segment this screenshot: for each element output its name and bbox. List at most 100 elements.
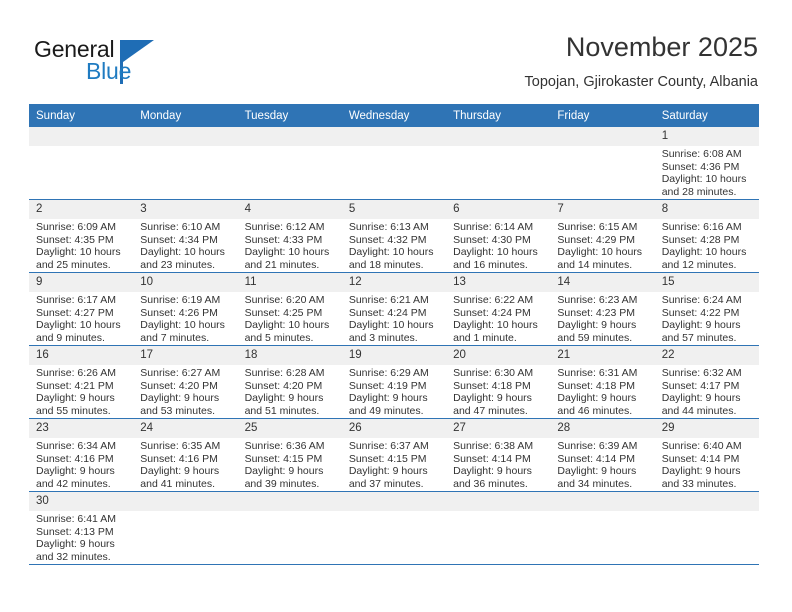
calendar-day-cell[interactable]: 13 Sunrise: 6:22 AM Sunset: 4:24 PM Dayligh… <box>446 272 551 346</box>
sunset-text: Sunset: 4:18 PM <box>557 379 636 392</box>
day-number: 10 <box>133 273 238 292</box>
daylight-text-line1: Daylight: 9 hours <box>36 465 115 478</box>
calendar-day-cell[interactable]: 25 Sunrise: 6:36 AM Sunset: 4:15 PM Dayligh… <box>237 418 342 492</box>
sunrise-text: Sunrise: 6:21 AM <box>348 294 429 306</box>
calendar-day-cell[interactable]: 16 Sunrise: 6:26 AM Sunset: 4:21 PM Dayligh… <box>29 345 134 419</box>
weekday-header-thursday: Thursday <box>446 104 551 127</box>
sunset-text: Sunset: 4:23 PM <box>557 306 636 319</box>
day-details: Sunrise: 6:32 AM Sunset: 4:17 PM Daylight:… <box>655 365 759 417</box>
calendar-day-cell[interactable]: 8 Sunrise: 6:16 AM Sunset: 4:28 PM Daylight… <box>654 199 759 273</box>
sunset-text: Sunset: 4:20 PM <box>140 379 218 392</box>
calendar-day-cell[interactable]: 29 Sunrise: 6:40 AM Sunset: 4:14 PM Dayligh… <box>654 418 759 492</box>
day-number: 11 <box>237 273 342 292</box>
sunset-text: Sunset: 4:14 PM <box>557 452 636 465</box>
calendar-day-cell[interactable]: 3 Sunrise: 6:10 AM Sunset: 4:34 PM Daylight… <box>133 199 238 273</box>
daylight-text-line2: and 21 minutes. <box>244 258 320 271</box>
sunrise-text: Sunrise: 6:17 AM <box>36 294 116 306</box>
calendar-week-row: 23 Sunrise: 6:34 AM Sunset: 4:16 PM Dayligh… <box>29 418 759 492</box>
calendar-cell-empty <box>341 491 447 565</box>
day-number: 23 <box>29 419 134 438</box>
calendar-header-row: Sunday Monday Tuesday Wednesday Thursday… <box>29 104 759 127</box>
sunrise-text: Sunrise: 6:40 AM <box>661 440 742 452</box>
sunset-text: Sunset: 4:19 PM <box>348 379 427 392</box>
sunrise-text: Sunrise: 6:31 AM <box>557 367 638 379</box>
sunset-text: Sunset: 4:25 PM <box>244 306 323 319</box>
daylight-text-line1: Daylight: 9 hours <box>661 392 741 405</box>
daylight-text-line2: and 47 minutes. <box>453 404 528 417</box>
calendar-day-cell[interactable]: 15 Sunrise: 6:24 AM Sunset: 4:22 PM Dayligh… <box>654 272 759 346</box>
calendar-day-cell[interactable]: 7 Sunrise: 6:15 AM Sunset: 4:29 PM Daylight… <box>550 199 655 273</box>
day-number: 19 <box>341 346 447 365</box>
calendar-day-cell[interactable]: 28 Sunrise: 6:39 AM Sunset: 4:14 PM Dayligh… <box>550 418 655 492</box>
day-details: Sunrise: 6:14 AM Sunset: 4:30 PM Daylight:… <box>446 219 550 271</box>
daylight-text-line2: and 1 minute. <box>453 331 517 344</box>
daylight-text-line1: Daylight: 9 hours <box>557 319 637 332</box>
calendar-day-cell[interactable]: 18 Sunrise: 6:28 AM Sunset: 4:20 PM Dayligh… <box>237 345 342 419</box>
day-number: 27 <box>446 419 551 438</box>
daylight-text-line1: Daylight: 9 hours <box>36 392 115 405</box>
calendar-day-cell[interactable]: 9 Sunrise: 6:17 AM Sunset: 4:27 PM Daylight… <box>29 272 134 346</box>
day-details: Sunrise: 6:19 AM Sunset: 4:26 PM Daylight:… <box>133 292 237 344</box>
day-number: 2 <box>29 200 134 219</box>
calendar-day-cell[interactable]: 17 Sunrise: 6:27 AM Sunset: 4:20 PM Dayligh… <box>133 345 238 419</box>
sunset-text: Sunset: 4:30 PM <box>453 233 531 246</box>
daylight-text-line2: and 49 minutes. <box>348 404 424 417</box>
calendar-day-cell[interactable]: 21 Sunrise: 6:31 AM Sunset: 4:18 PM Dayligh… <box>550 345 655 419</box>
day-details: Sunrise: 6:27 AM Sunset: 4:20 PM Daylight:… <box>133 365 237 417</box>
day-details <box>550 511 654 563</box>
calendar-week-row: 1 Sunrise: 6:08 AM Sunset: 4:36 PM Daylight… <box>29 127 759 200</box>
day-details: Sunrise: 6:28 AM Sunset: 4:20 PM Daylight:… <box>238 365 342 417</box>
calendar-table: Sunday Monday Tuesday Wednesday Thursday… <box>29 104 759 565</box>
calendar-day-cell[interactable]: 27 Sunrise: 6:38 AM Sunset: 4:14 PM Dayligh… <box>446 418 551 492</box>
sunrise-text: Sunrise: 6:34 AM <box>36 440 116 452</box>
daylight-text-line2: and 55 minutes. <box>36 404 111 417</box>
weekday-header-saturday: Saturday <box>654 104 759 127</box>
calendar-day-cell[interactable]: 6 Sunrise: 6:14 AM Sunset: 4:30 PM Daylight… <box>446 199 551 273</box>
daylight-text-line2: and 41 minutes. <box>140 477 215 490</box>
day-number: 1 <box>654 127 759 146</box>
calendar-day-cell[interactable]: 30 Sunrise: 6:41 AM Sunset: 4:13 PM Dayligh… <box>29 491 134 565</box>
calendar-day-cell[interactable]: 11 Sunrise: 6:20 AM Sunset: 4:25 PM Dayligh… <box>237 272 342 346</box>
sunrise-text: Sunrise: 6:09 AM <box>36 221 116 233</box>
sunrise-text: Sunrise: 6:23 AM <box>557 294 638 306</box>
calendar-week-row: 2 Sunrise: 6:09 AM Sunset: 4:35 PM Daylight… <box>29 199 759 273</box>
calendar-day-cell[interactable]: 12 Sunrise: 6:21 AM Sunset: 4:24 PM Dayligh… <box>341 272 447 346</box>
daylight-text-line2: and 46 minutes. <box>557 404 633 417</box>
day-details: Sunrise: 6:31 AM Sunset: 4:18 PM Daylight:… <box>550 365 654 417</box>
calendar-day-cell[interactable]: 22 Sunrise: 6:32 AM Sunset: 4:17 PM Dayligh… <box>654 345 759 419</box>
sunset-text: Sunset: 4:20 PM <box>244 379 323 392</box>
calendar-day-cell[interactable]: 4 Sunrise: 6:12 AM Sunset: 4:33 PM Daylight… <box>237 199 342 273</box>
day-details: Sunrise: 6:16 AM Sunset: 4:28 PM Daylight:… <box>655 219 759 271</box>
day-number: 26 <box>341 419 447 438</box>
calendar-day-cell[interactable]: 14 Sunrise: 6:23 AM Sunset: 4:23 PM Dayligh… <box>550 272 655 346</box>
day-details: Sunrise: 6:15 AM Sunset: 4:29 PM Daylight:… <box>550 219 654 271</box>
daylight-text-line1: Daylight: 10 hours <box>348 246 434 259</box>
daylight-text-line1: Daylight: 10 hours <box>453 246 538 259</box>
calendar-day-cell[interactable]: 26 Sunrise: 6:37 AM Sunset: 4:15 PM Dayligh… <box>341 418 447 492</box>
daylight-text-line2: and 57 minutes. <box>661 331 737 344</box>
calendar-day-cell[interactable]: 19 Sunrise: 6:29 AM Sunset: 4:19 PM Dayligh… <box>341 345 447 419</box>
day-details: Sunrise: 6:10 AM Sunset: 4:34 PM Daylight:… <box>133 219 237 271</box>
calendar-day-cell[interactable]: 24 Sunrise: 6:35 AM Sunset: 4:16 PM Dayligh… <box>133 418 238 492</box>
calendar-day-cell[interactable]: 5 Sunrise: 6:13 AM Sunset: 4:32 PM Daylight… <box>341 199 447 273</box>
day-details: Sunrise: 6:39 AM Sunset: 4:14 PM Daylight:… <box>550 438 654 490</box>
day-number: 16 <box>29 346 134 365</box>
day-details: Sunrise: 6:13 AM Sunset: 4:32 PM Daylight:… <box>342 219 446 271</box>
calendar-day-cell[interactable]: 20 Sunrise: 6:30 AM Sunset: 4:18 PM Dayligh… <box>446 345 551 419</box>
day-details <box>133 511 237 563</box>
sunrise-text: Sunrise: 6:36 AM <box>244 440 325 452</box>
daylight-text-line1: Daylight: 9 hours <box>140 465 220 478</box>
sunrise-text: Sunrise: 6:08 AM <box>661 148 742 160</box>
daylight-text-line1: Daylight: 10 hours <box>557 246 643 259</box>
calendar-day-cell[interactable]: 1 Sunrise: 6:08 AM Sunset: 4:36 PM Daylight… <box>654 127 759 200</box>
day-number: 12 <box>341 273 447 292</box>
daylight-text-line1: Daylight: 9 hours <box>453 465 532 478</box>
daylight-text-line2: and 25 minutes. <box>36 258 111 271</box>
daylight-text-line1: Daylight: 10 hours <box>36 319 121 332</box>
calendar-day-cell[interactable]: 10 Sunrise: 6:19 AM Sunset: 4:26 PM Dayligh… <box>133 272 238 346</box>
calendar-day-cell[interactable]: 23 Sunrise: 6:34 AM Sunset: 4:16 PM Dayligh… <box>29 418 134 492</box>
sunset-text: Sunset: 4:32 PM <box>348 233 427 246</box>
day-number: 8 <box>654 200 759 219</box>
sunrise-text: Sunrise: 6:29 AM <box>348 367 429 379</box>
calendar-day-cell[interactable]: 2 Sunrise: 6:09 AM Sunset: 4:35 PM Daylight… <box>29 199 134 273</box>
